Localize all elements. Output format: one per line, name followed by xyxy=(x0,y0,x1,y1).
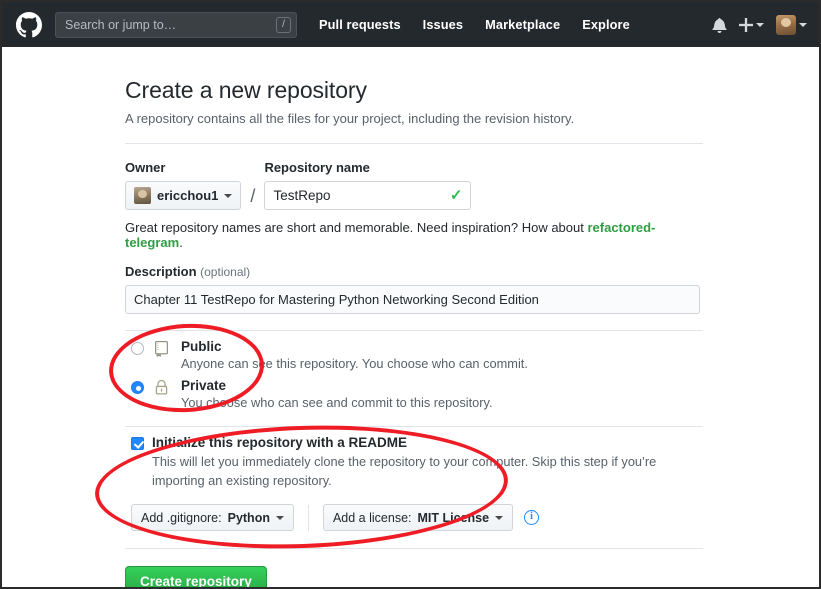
visibility-private-title: Private xyxy=(181,378,227,393)
account-menu[interactable] xyxy=(776,14,807,35)
divider xyxy=(125,143,703,144)
gitignore-dropdown[interactable]: Add .gitignore: Python xyxy=(131,504,294,532)
owner-repo-row: Owner ericchou1 / Repository name TestRe… xyxy=(125,160,703,210)
nav-right-actions xyxy=(712,2,807,47)
nav-link-issues[interactable]: Issues xyxy=(423,17,463,32)
description-optional-text: (optional) xyxy=(200,265,251,279)
repository-name-helper: Great repository names are short and mem… xyxy=(125,220,703,250)
chevron-down-icon xyxy=(275,515,284,520)
avatar[interactable] xyxy=(776,14,796,35)
divider xyxy=(125,330,703,331)
info-icon[interactable]: i xyxy=(524,510,540,526)
nav-link-marketplace[interactable]: Marketplace xyxy=(485,17,560,32)
chevron-down-icon xyxy=(799,22,807,27)
chevron-down-icon xyxy=(756,22,764,27)
chevron-down-icon xyxy=(495,515,504,520)
visibility-private-text: Private You choose who can see and commi… xyxy=(181,378,493,410)
template-dropdowns: Add .gitignore: Python Add a license: MI… xyxy=(131,504,703,532)
visibility-options: Public Anyone can see this repository. Y… xyxy=(125,339,703,410)
github-logo-icon[interactable] xyxy=(16,11,42,38)
gitignore-value: Python xyxy=(227,510,270,525)
visibility-public-title: Public xyxy=(181,339,222,354)
initialize-section: Initialize this repository with a README… xyxy=(125,435,703,532)
repository-name-input[interactable]: TestRepo ✓ xyxy=(264,181,472,210)
radio-private[interactable] xyxy=(131,381,144,394)
github-new-repository-page: Search or jump to… / Pull requests Issue… xyxy=(0,0,821,589)
page-title: Create a new repository xyxy=(125,77,367,103)
helper-text-suffix: . xyxy=(179,235,183,250)
initialize-readme-label: Initialize this repository with a README xyxy=(152,435,408,450)
owner-repo-separator: / xyxy=(250,186,256,206)
repository-name-label: Repository name xyxy=(264,160,370,175)
owner-field: Owner ericchou1 xyxy=(125,160,242,210)
description-input[interactable]: Chapter 11 TestRepo for Mastering Python… xyxy=(125,285,700,314)
divider xyxy=(125,548,703,550)
description-field: Description (optional) Chapter 11 TestRe… xyxy=(125,264,703,314)
repo-book-icon xyxy=(153,339,172,362)
owner-dropdown[interactable]: ericchou1 xyxy=(125,181,242,210)
search-input[interactable]: Search or jump to… / xyxy=(55,11,297,38)
license-value: MIT License xyxy=(417,510,490,525)
initialize-text: Initialize this repository with a README… xyxy=(152,435,690,490)
initialize-readme-desc: This will let you immediately clone the … xyxy=(152,454,657,488)
page-content: Create a new repository A repository con… xyxy=(2,47,819,587)
nav-link-pull-requests[interactable]: Pull requests xyxy=(319,17,401,32)
owner-label: Owner xyxy=(125,160,166,175)
search-placeholder: Search or jump to… xyxy=(65,17,177,32)
visibility-option-public[interactable]: Public Anyone can see this repository. Y… xyxy=(125,339,703,371)
description-label-text: Description xyxy=(125,264,197,279)
visibility-public-text: Public Anyone can see this repository. Y… xyxy=(181,339,528,371)
check-icon: ✓ xyxy=(449,187,463,204)
nav-links: Pull requests Issues Marketplace Explore xyxy=(319,17,652,32)
page-subtitle: A repository contains all the files for … xyxy=(125,111,575,126)
helper-text-prefix: Great repository names are short and mem… xyxy=(125,220,588,235)
gitignore-label: Add .gitignore: xyxy=(141,510,222,525)
create-repository-button[interactable]: Create repository xyxy=(125,566,267,587)
repository-name-value: TestRepo xyxy=(273,188,331,203)
create-new-menu[interactable] xyxy=(739,17,764,32)
owner-name: ericchou1 xyxy=(157,188,219,203)
visibility-public-desc: Anyone can see this repository. You choo… xyxy=(181,356,528,371)
form-container: Create a new repository A repository con… xyxy=(125,77,703,587)
radio-public[interactable] xyxy=(131,342,144,355)
owner-avatar xyxy=(134,187,151,204)
initialize-checkbox-row[interactable]: Initialize this repository with a README… xyxy=(125,435,703,490)
top-navigation-bar: Search or jump to… / Pull requests Issue… xyxy=(2,2,819,47)
description-label: Description (optional) xyxy=(125,264,703,279)
search-shortcut-badge: / xyxy=(276,16,291,33)
nav-link-explore[interactable]: Explore xyxy=(582,17,630,32)
dropdown-divider xyxy=(307,504,309,531)
visibility-private-desc: You choose who can see and commit to thi… xyxy=(181,395,493,410)
chevron-down-icon xyxy=(224,193,233,198)
license-label: Add a license: xyxy=(332,510,412,525)
plus-icon[interactable] xyxy=(739,17,753,32)
initialize-readme-checkbox[interactable] xyxy=(131,437,144,450)
lock-icon xyxy=(153,378,172,401)
divider xyxy=(125,426,703,427)
license-dropdown[interactable]: Add a license: MIT License xyxy=(322,504,514,532)
bell-icon[interactable] xyxy=(712,17,727,33)
description-value: Chapter 11 TestRepo for Mastering Python… xyxy=(134,292,539,307)
repository-name-field: Repository name TestRepo ✓ xyxy=(264,160,472,210)
visibility-option-private[interactable]: Private You choose who can see and commi… xyxy=(125,378,703,410)
